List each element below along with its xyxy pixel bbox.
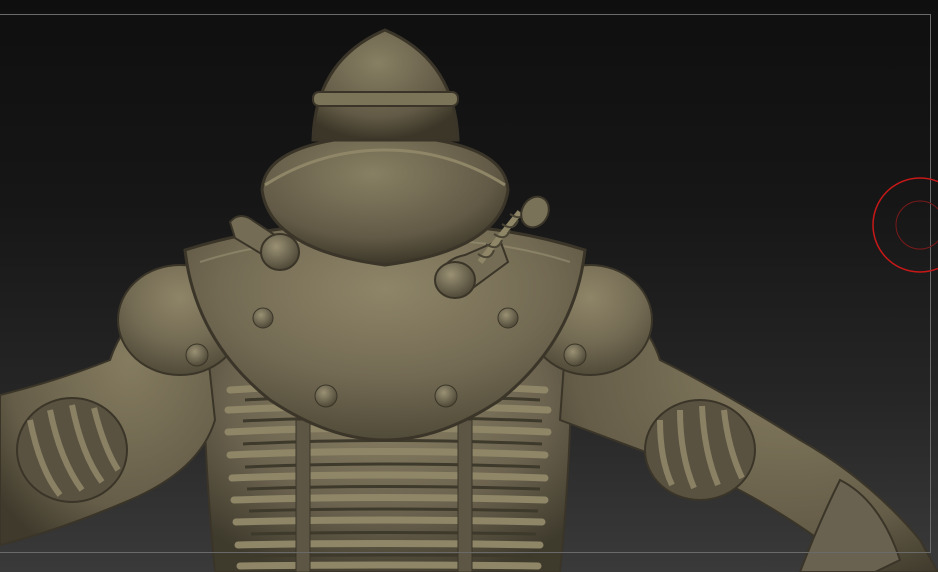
right-strap xyxy=(457,419,473,572)
plate-rivet xyxy=(314,384,338,408)
left-strap xyxy=(295,419,311,572)
plate-rivet xyxy=(252,307,274,329)
right-forearm-cuff xyxy=(644,399,756,501)
plate-rivet xyxy=(434,384,458,408)
shoulder-rivet-left xyxy=(185,343,209,367)
shoulder-rivet-right xyxy=(563,343,587,367)
helmet-dome xyxy=(311,28,460,142)
sculpt-viewport[interactable] xyxy=(0,0,938,572)
plate-rivet xyxy=(497,307,519,329)
helmet-band xyxy=(312,91,459,107)
armored-diver-sculpt-icon[interactable] xyxy=(0,0,938,572)
left-forearm-cuff xyxy=(16,397,128,503)
